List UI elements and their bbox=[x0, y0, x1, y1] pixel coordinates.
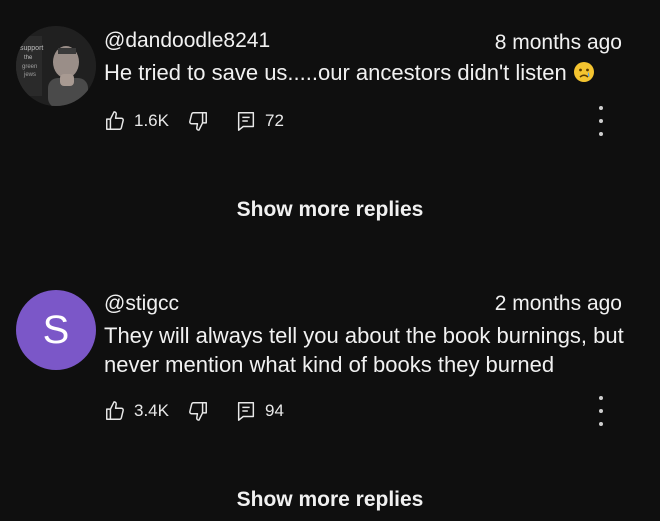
reply-count: 94 bbox=[264, 401, 284, 420]
avatar-letter: S bbox=[42, 307, 70, 352]
thumbs-down-icon bbox=[187, 400, 209, 422]
like-count: 3.4K bbox=[134, 401, 169, 420]
comment-timestamp[interactable]: 2 months ago bbox=[495, 292, 622, 316]
comment-actions: 3.4K 94 bbox=[104, 396, 284, 426]
reply-button[interactable]: 94 bbox=[235, 400, 284, 422]
thumbs-up-icon bbox=[104, 400, 126, 422]
comment-thread-2: S @stigcc 2 months ago They will always … bbox=[0, 0, 660, 521]
dislike-button[interactable] bbox=[187, 400, 209, 422]
show-more-replies-button[interactable]: Show more replies bbox=[0, 488, 660, 512]
more-vert-icon bbox=[599, 396, 603, 426]
like-button[interactable]: 3.4K bbox=[104, 400, 187, 422]
avatar[interactable]: S bbox=[16, 290, 96, 370]
more-options-button[interactable] bbox=[596, 396, 606, 426]
comment-text: They will always tell you about the book… bbox=[104, 323, 624, 377]
reply-icon bbox=[235, 400, 257, 422]
comment-author[interactable]: @stigcc bbox=[104, 292, 179, 316]
